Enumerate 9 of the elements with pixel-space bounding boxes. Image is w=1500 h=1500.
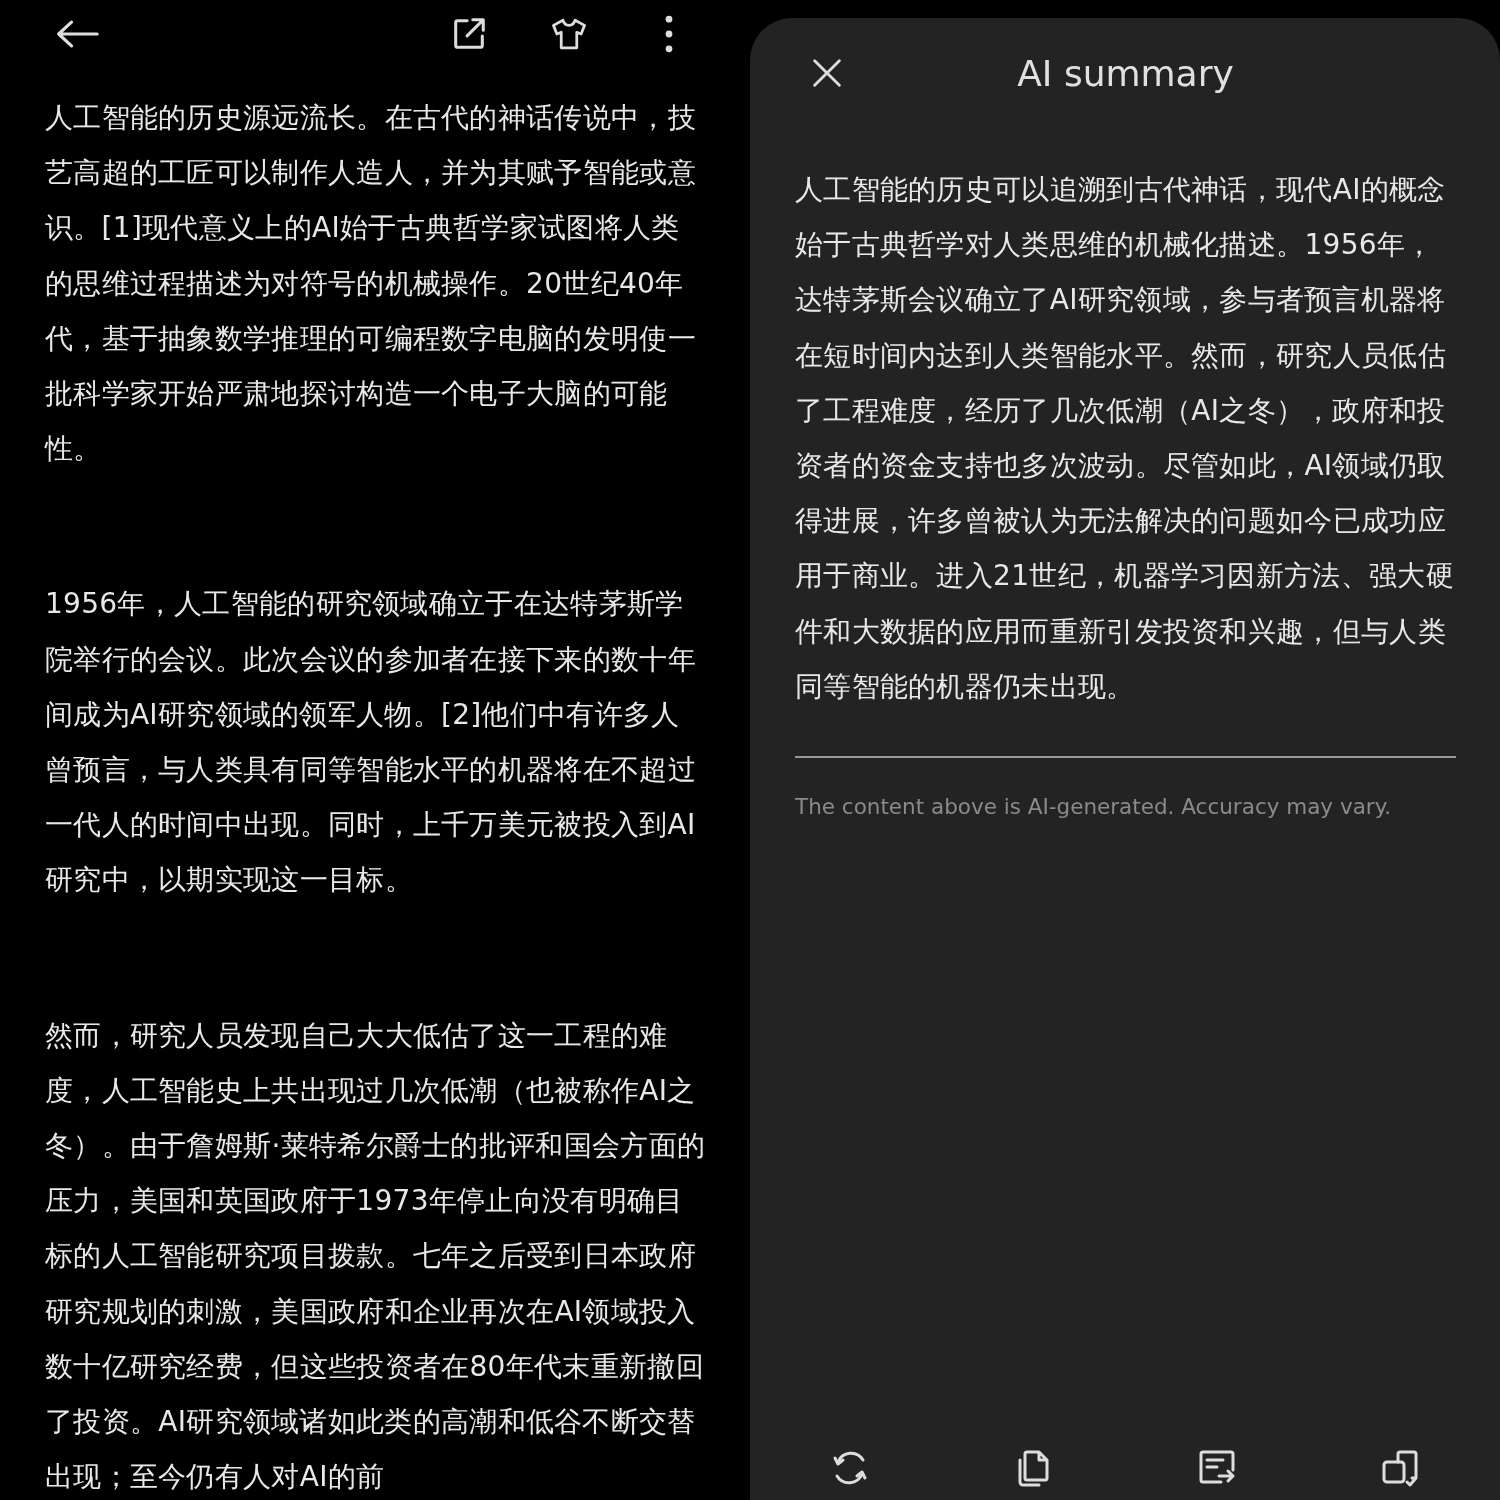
article-paragraph: 人工智能的历史源远流长。在古代的神话传说中，技艺高超的工匠可以制作人造人，并为其赋予智能或意识。[1]现代意义上的AI始于古典哲学家试图将人类的思维过程描述为对符号的机械操作。20世纪40年代，基于抽象数学推理的可编程数字电脑的发明使一批科学家开始严肃地探讨构造一个电子大脑的可能性。 [45,100,697,468]
switch-window-icon[interactable] [1380,1448,1421,1488]
summary-text: 人工智能的历史可以追溯到古代神话，现代AI的概念始于古典哲学对人类思维的机械化描述。1956年，达特茅斯会议确立了AI研究领域，参与者预言机器将在短时间内达到人类智能水平。然而，研究人员低估了工程难度，经历了几次低潮（AI之冬），政府和投资者的资金支持也多次波动。尽管如此，AI领域仍取得进展，许多曾被认为无法解决的问题如今已成功应用于商业。进入21世纪，机器学习因新方法、强大硬件和大数据的应用而重新引发投资和兴趣，但与人类同等智能的机器仍未出现。 [795,172,1455,705]
close-icon[interactable] [812,58,842,88]
disclaimer-text: The content above is AI-generated. Accuracy may vary. [795,794,1393,820]
article-paragraph: 然而，研究人员发现自己大大低估了这一工程的难度，人工智能史上共出现过几次低潮（也被称作AI之冬）。由于詹姆斯·莱特希尔爵士的批评和国会方面的压力，美国和英国政府于1973年停止向没有明确目标的人工智能研究项目拨款。七年之后受到日本政府研究规划的刺激，美国政府和企业再次在AI领域投入数十亿研究经费，但这些投资者在80年代末重新撤回了投资。AI研究领域诸如此类的高潮和低谷不断交替出现；至今仍有人对AI的前 [45,1017,706,1496]
panel-title: AI summary [1017,52,1234,94]
article-paragraph: 1956年，人工智能的研究领域确立于在达特茅斯学院举行的会议。此次会议的参加者在接下来的数十年间成为AI研究领域的领军人物。[2]他们中有许多人曾预言，与人类具有同等智能水平的机器将在不超过一代人的时间中出现。同时，上千万美元被投入到AI研究中，以期实现这一目标。 [45,586,697,899]
back-icon[interactable] [55,19,99,49]
